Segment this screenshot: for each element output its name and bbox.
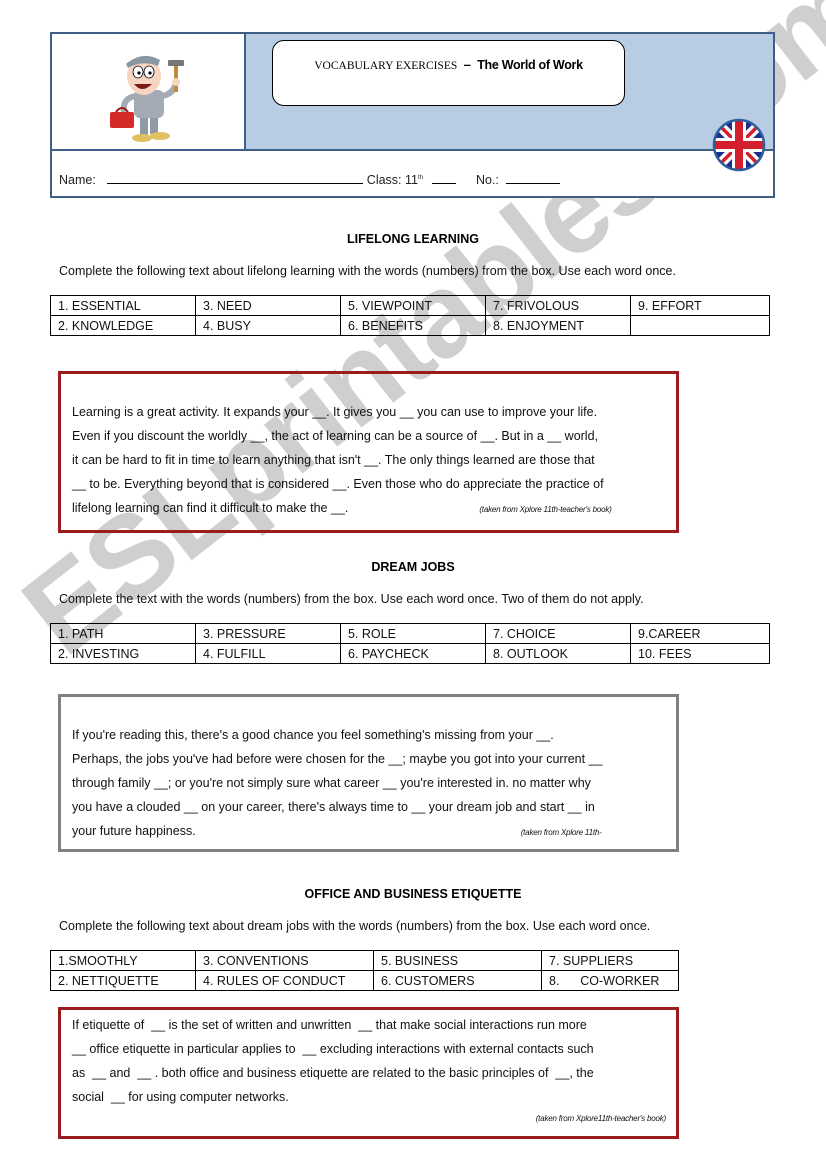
text-line: If you're reading this, there's a good c… xyxy=(72,728,554,742)
text-line: your future happiness. xyxy=(72,824,196,838)
name-field[interactable] xyxy=(107,173,364,184)
title-prefix: VOCABULARY EXERCISES xyxy=(314,60,458,72)
text-line: Even if you discount the worldly __, the… xyxy=(72,429,599,443)
word-box-dream-jobs: 1. PATH 3. PRESSURE 5. ROLE 7. CHOICE 9.… xyxy=(50,623,770,664)
word-cell: 8. OUTLOOK xyxy=(485,643,631,664)
word-box-row: 2. INVESTING 4. FULFILL 6. PAYCHECK 8. O… xyxy=(50,643,770,664)
section-title-dream-jobs: DREAM JOBS xyxy=(371,560,455,574)
text-line: through family __; or you're not simply … xyxy=(72,776,591,790)
word-cell: 7. SUPPLIERS xyxy=(541,950,679,971)
word-cell: 7. CHOICE xyxy=(485,623,631,644)
text-line-last: your future happiness. (taken from Xplore… xyxy=(72,819,676,845)
word-box-lifelong-learning: 1. ESSENTIAL 3. NEED 5. VIEWPOINT 7. FRI… xyxy=(50,295,770,336)
text-line: __ to be. Everything beyond that is cons… xyxy=(72,477,604,491)
text-line: Learning is a great activity. It expands… xyxy=(72,405,598,419)
word-cell: 9. EFFORT xyxy=(630,295,770,316)
word-cell: 2. INVESTING xyxy=(50,643,196,664)
section-instruction: Complete the following text about lifelo… xyxy=(59,264,676,278)
gap-fill-text-dream-jobs: If you're reading this, there's a good c… xyxy=(58,694,679,852)
gap-fill-text-office-etiquette: If etiquette of __ is the set of written… xyxy=(58,1007,679,1139)
word-cell: 5. ROLE xyxy=(340,623,486,644)
word-cell: 2. KNOWLEDGE xyxy=(50,315,196,336)
word-cell: 9.CAREER xyxy=(630,623,770,644)
word-cell: 3. CONVENTIONS xyxy=(195,950,374,971)
class-label: Class: 11 xyxy=(366,173,418,187)
title-box: VOCABULARY EXERCISES – The World of Work xyxy=(272,40,625,106)
citation: (taken from Xplore 11th- xyxy=(520,828,602,837)
word-box-office-etiquette: 1.SMOOTHLY 3. CONVENTIONS 5. BUSINESS 7.… xyxy=(50,950,679,991)
worksheet-header: VOCABULARY EXERCISES – The World of Work… xyxy=(50,32,775,198)
word-box-row: 1. ESSENTIAL 3. NEED 5. VIEWPOINT 7. FRI… xyxy=(50,295,770,316)
word-box-row: 2. KNOWLEDGE 4. BUSY 6. BENEFITS 8. ENJO… xyxy=(50,315,770,336)
word-box-row: 1. PATH 3. PRESSURE 5. ROLE 7. CHOICE 9.… xyxy=(50,623,770,644)
word-cell: 2. NETTIQUETTE xyxy=(50,970,196,991)
student-info-row: Name: Class: 11th No.: xyxy=(52,151,773,196)
text-line: you have a clouded __ on your career, th… xyxy=(72,800,595,814)
word-cell: 6. CUSTOMERS xyxy=(373,970,542,991)
text-line: social __ for using computer networks. xyxy=(72,1090,289,1104)
word-box-row: 1.SMOOTHLY 3. CONVENTIONS 5. BUSINESS 7.… xyxy=(50,950,679,971)
word-cell: 1. PATH xyxy=(50,623,196,644)
section-title-office-etiquette: OFFICE AND BUSINESS ETIQUETTE xyxy=(304,887,522,901)
class-label-sup: th xyxy=(417,174,423,181)
text-line-last: lifelong learning can find it difficult … xyxy=(72,496,676,522)
page-title: The World of Work xyxy=(477,58,583,72)
text-line: as __ and __ . both office and business … xyxy=(72,1066,594,1080)
citation: (taken from Xplore11th-teacher's book) xyxy=(535,1114,666,1123)
worker-illustration-icon xyxy=(110,55,184,142)
word-cell: 1. ESSENTIAL xyxy=(50,295,196,316)
section-instruction: Complete the text with the words (number… xyxy=(59,592,644,606)
section-title-lifelong-learning: LIFELONG LEARNING xyxy=(347,232,479,246)
citation: (taken from Xplore 11th-teacher's book) xyxy=(479,505,612,514)
word-cell: 6. PAYCHECK xyxy=(340,643,486,664)
header-title-panel: VOCABULARY EXERCISES – The World of Work xyxy=(246,34,773,149)
text-line: __ office etiquette in particular applie… xyxy=(72,1042,594,1056)
word-cell: 4. BUSY xyxy=(195,315,341,336)
word-cell: 8. ENJOYMENT xyxy=(485,315,631,336)
word-cell: 4. FULFILL xyxy=(195,643,341,664)
word-cell: 5. VIEWPOINT xyxy=(340,295,486,316)
number-field[interactable] xyxy=(506,173,561,184)
title-dash: – xyxy=(463,57,471,72)
header-top-row: VOCABULARY EXERCISES – The World of Work xyxy=(52,34,773,151)
word-cell xyxy=(630,315,770,336)
text-line: lifelong learning can find it difficult … xyxy=(72,501,349,515)
student-info: Name: Class: 11th No.: xyxy=(59,173,561,187)
illustration-cell xyxy=(52,34,246,149)
gap-fill-text-lifelong-learning: Learning is a great activity. It expands… xyxy=(58,371,679,533)
word-cell: 10. FEES xyxy=(630,643,770,664)
class-field[interactable] xyxy=(432,173,457,184)
word-cell: 6. BENEFITS xyxy=(340,315,486,336)
text-line: Perhaps, the jobs you've had before were… xyxy=(72,752,603,766)
word-cell: 3. NEED xyxy=(195,295,341,316)
name-label: Name: xyxy=(59,173,96,187)
word-cell: 3. PRESSURE xyxy=(195,623,341,644)
word-cell: 1.SMOOTHLY xyxy=(50,950,196,971)
text-line: If etiquette of __ is the set of written… xyxy=(72,1018,587,1032)
text-line: it can be hard to fit in time to learn a… xyxy=(72,453,595,467)
word-box-row: 2. NETTIQUETTE 4. RULES OF CONDUCT 6. CU… xyxy=(50,970,679,991)
citation-row: (taken from Xplore11th-teacher's book) xyxy=(72,1109,676,1127)
section-instruction: Complete the following text about dream … xyxy=(59,919,651,933)
word-cell: 8. CO-WORKER xyxy=(541,970,679,991)
word-cell: 7. FRIVOLOUS xyxy=(485,295,631,316)
word-cell: 5. BUSINESS xyxy=(373,950,542,971)
word-cell: 4. RULES OF CONDUCT xyxy=(195,970,374,991)
number-label: No.: xyxy=(475,173,499,187)
